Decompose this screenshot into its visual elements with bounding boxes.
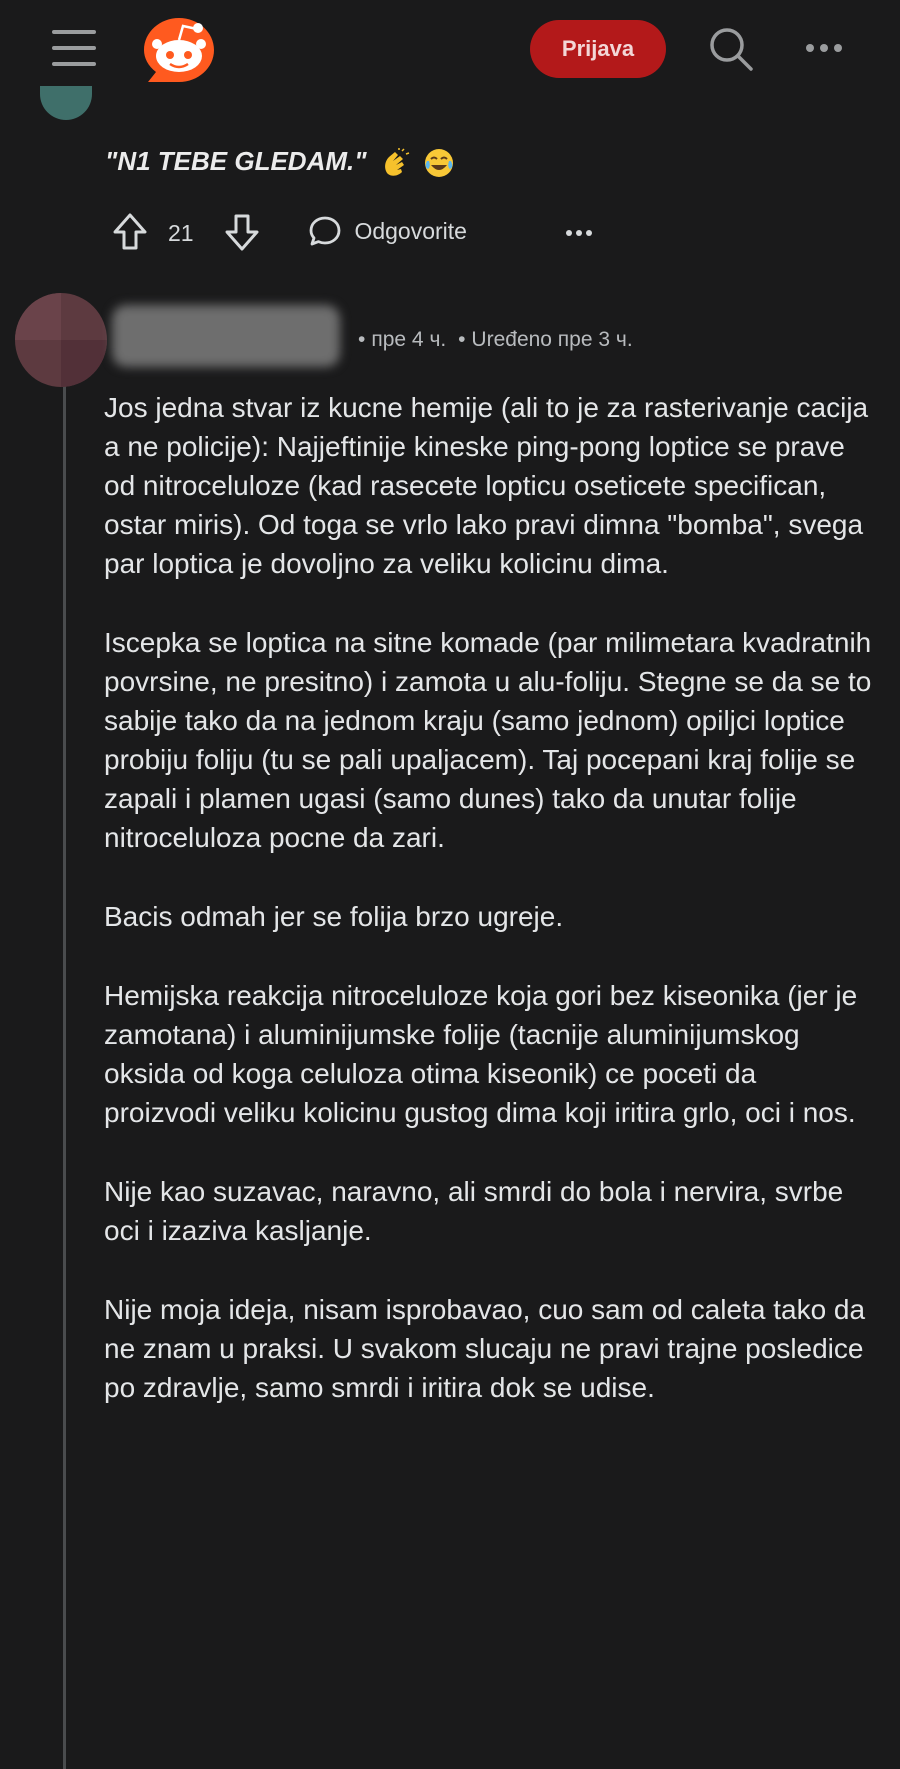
chat-bubble-icon [309,216,341,246]
comment-paragraph: Jos jedna stvar iz kucne hemije (ali to … [104,392,869,579]
comment-paragraph: Hemijska reakcija nitroceluloze koja gor… [104,980,858,1128]
previous-comment-avatar [40,86,92,120]
comment-body: Jos jedna stvar iz kucne hemije (ali to … [104,388,874,1447]
login-button[interactable]: Prijava [530,20,666,78]
edited-label: Uređeno пре 3 ч. [471,328,633,351]
vote-count: 21 [168,220,194,246]
top-bar: Prijava [0,0,900,100]
comment-paragraph: Nije kao suzavac, naravno, ali smrdi do … [104,1176,844,1246]
upvote-icon[interactable] [112,212,148,252]
username-redacted [112,305,340,367]
avatar[interactable] [15,293,107,387]
more-icon[interactable] [804,40,844,56]
comment-paragraph: Iscepka se loptica na sitne komade (par … [104,627,872,853]
reply-button[interactable]: Odgovorite [308,214,467,250]
reddit-logo[interactable] [140,14,218,86]
clapping-hands-emoji [384,148,410,176]
quote-text: "N1 TEBE GLEDAM." [105,146,367,176]
previous-comment-text: "N1 TEBE GLEDAM." [105,146,455,179]
comment-actions: 21 Odgovorite [112,212,872,252]
comment-time: пре 4 ч. [371,328,447,351]
comment-paragraph: Nije moja ideja, nisam isprobavao, cuo s… [104,1294,866,1403]
downvote-icon[interactable] [224,212,260,252]
comment-paragraph: Bacis odmah jer se folija brzo ugreje. [104,901,564,932]
comment-meta: • пре 4 ч. • Uređeno пре 3 ч. [358,328,633,351]
search-icon[interactable] [708,26,754,72]
hamburger-icon[interactable] [52,30,96,66]
comment-more-icon[interactable] [564,228,594,238]
reply-label: Odgovorite [354,217,467,244]
tears-of-joy-emoji [425,149,454,178]
thread-line[interactable] [63,384,66,1769]
